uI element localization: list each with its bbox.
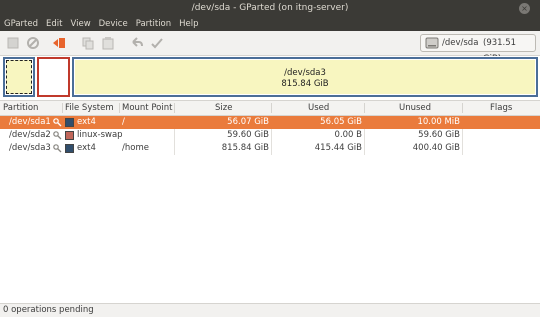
menu-view[interactable]: View (66, 17, 94, 31)
title-bar: /dev/sda - GParted (on itng-server) × (0, 0, 540, 17)
filesystem: ext4 (77, 143, 96, 153)
close-icon[interactable]: × (519, 3, 530, 14)
partition-name: /dev/sda2 (9, 130, 51, 140)
map-segment-sda1[interactable] (3, 57, 35, 97)
device-selector[interactable]: /dev/sda (931.51 GiB) (420, 34, 536, 64)
undo-icon[interactable] (129, 36, 143, 50)
partition-name: /dev/sda1 (9, 117, 51, 127)
toolbar: /dev/sda (931.51 GiB) (0, 31, 540, 64)
menu-help[interactable]: Help (175, 17, 202, 31)
harddisk-icon (425, 37, 439, 49)
col-unused[interactable]: Unused (399, 101, 431, 115)
menu-device[interactable]: Device (95, 17, 132, 31)
size: 56.07 GiB (227, 117, 269, 127)
unused: 59.60 GiB (418, 130, 460, 140)
table-row[interactable]: /dev/sda1 ext4 / 56.07 GiB 56.05 GiB 10.… (0, 116, 540, 129)
map-segment-sda2[interactable] (37, 57, 70, 97)
map-sda3-size: 815.84 GiB (281, 79, 329, 89)
used: 415.44 GiB (314, 143, 362, 153)
menu-edit[interactable]: Edit (42, 17, 66, 31)
fs-color-swatch (65, 131, 74, 140)
menu-bar: GParted Edit View Device Partition Help (0, 17, 540, 31)
filesystem: linux-swap (77, 130, 123, 140)
resize-move-icon[interactable] (52, 36, 66, 50)
unused: 10.00 MiB (417, 117, 460, 127)
fs-color-swatch (65, 144, 74, 153)
col-partition[interactable]: Partition (3, 101, 38, 115)
partition-map: /dev/sda3 815.84 GiB (0, 56, 540, 101)
menu-gparted[interactable]: GParted (0, 17, 42, 31)
device-name: /dev/sda (442, 38, 479, 48)
partition-name: /dev/sda3 (9, 143, 51, 153)
col-size[interactable]: Size (215, 101, 232, 115)
size: 815.84 GiB (221, 143, 269, 153)
mount-point: /home (122, 143, 149, 153)
fs-color-swatch (65, 118, 74, 127)
apply-icon[interactable] (150, 36, 164, 50)
key-icon (53, 131, 62, 140)
used: 56.05 GiB (320, 117, 362, 127)
new-icon[interactable] (6, 36, 20, 50)
table-row[interactable]: /dev/sda3 ext4 /home 815.84 GiB 415.44 G… (0, 142, 540, 155)
status-text: 0 operations pending (3, 305, 94, 315)
table-row[interactable]: /dev/sda2 linux-swap 59.60 GiB 0.00 B 59… (0, 129, 540, 142)
used: 0.00 B (334, 130, 362, 140)
filesystem: ext4 (77, 117, 96, 127)
map-sda3-label: /dev/sda3 (284, 68, 326, 78)
copy-icon[interactable] (81, 36, 95, 50)
key-icon (53, 118, 62, 127)
col-flags[interactable]: Flags (490, 101, 512, 115)
col-filesystem[interactable]: File System (65, 101, 114, 115)
col-used[interactable]: Used (308, 101, 329, 115)
unused: 400.40 GiB (412, 143, 460, 153)
key-icon (53, 144, 62, 153)
status-bar: 0 operations pending (0, 303, 540, 317)
delete-icon[interactable] (26, 36, 40, 50)
window-title: /dev/sda - GParted (on itng-server) (191, 3, 349, 13)
mount-point: / (122, 117, 125, 127)
size: 59.60 GiB (227, 130, 269, 140)
menu-partition[interactable]: Partition (132, 17, 175, 31)
col-mountpoint[interactable]: Mount Point (122, 101, 172, 115)
partition-table-header: Partition File System Mount Point Size U… (0, 101, 540, 116)
paste-icon[interactable] (101, 36, 115, 50)
map-segment-sda3[interactable]: /dev/sda3 815.84 GiB (72, 57, 538, 97)
